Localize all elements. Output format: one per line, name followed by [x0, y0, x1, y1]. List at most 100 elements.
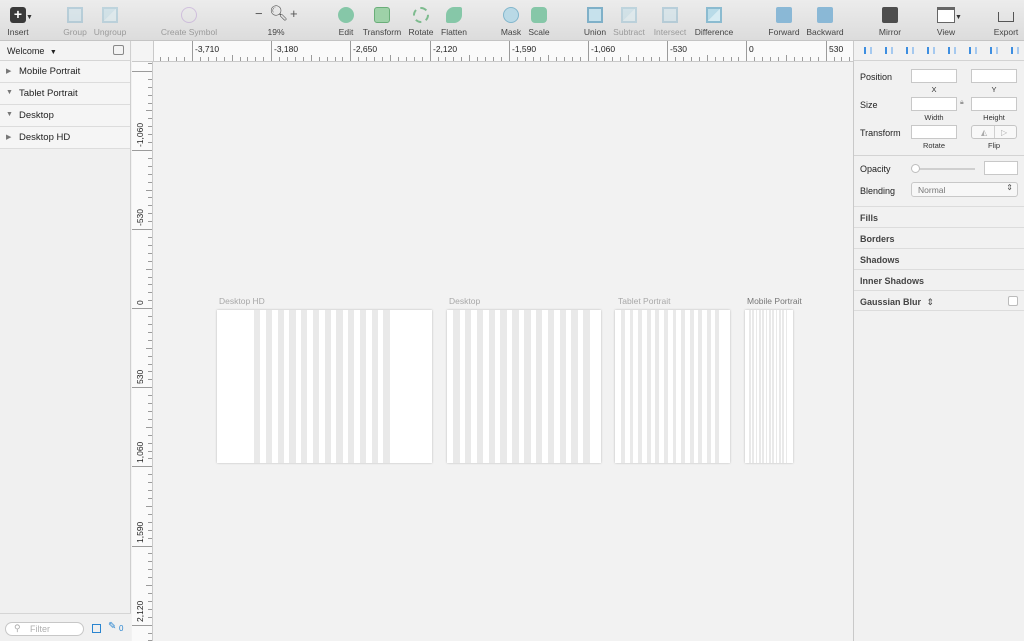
artboard-desktop[interactable]	[447, 310, 601, 463]
opacity-slider[interactable]	[915, 168, 975, 170]
ruler-tick	[588, 41, 589, 61]
flatten-button[interactable]: Flatten	[438, 0, 470, 41]
difference-button[interactable]: Difference	[692, 0, 736, 41]
rotate-button[interactable]: Rotate	[406, 0, 436, 41]
flip-vertical-icon[interactable]: ▷	[1001, 128, 1007, 137]
width-sublabel: Width	[924, 113, 944, 122]
ruler-tick	[580, 57, 581, 61]
ruler-label: -3,710	[195, 44, 220, 54]
disclosure-down-icon[interactable]: ▼	[6, 89, 13, 96]
intersect-button[interactable]: Intersect	[650, 0, 690, 41]
borders-section[interactable]: Borders	[854, 227, 1024, 248]
artboard-desktop-hd[interactable]	[217, 310, 432, 463]
transform-button[interactable]: Transform	[360, 0, 404, 41]
ruler-tick	[148, 371, 152, 372]
ruler-tick	[398, 57, 399, 61]
canvas[interactable]: Desktop HD Desktop Tablet Portrait Mobil…	[154, 62, 853, 641]
ruler-tick	[612, 57, 613, 61]
group-button[interactable]: Group	[60, 0, 90, 41]
union-button[interactable]: Union	[580, 0, 610, 41]
chevron-updown-icon[interactable]: ⇕	[927, 297, 935, 307]
y-field[interactable]	[971, 69, 1017, 83]
layer-item-mobile-portrait[interactable]: ▶ Mobile Portrait	[0, 61, 130, 83]
ruler-tick	[132, 466, 152, 467]
disclosure-right-icon[interactable]: ▶	[6, 133, 11, 141]
disclosure-right-icon[interactable]: ▶	[6, 67, 11, 75]
create-symbol-button[interactable]: Create Symbol	[158, 0, 220, 41]
pencil-icon[interactable]: ✎	[108, 621, 116, 632]
layer-item-tablet-portrait[interactable]: ▼ Tablet Portrait	[0, 83, 130, 105]
ruler-tick	[176, 57, 177, 61]
ungroup-button[interactable]: Ungroup	[92, 0, 128, 41]
distribute-vertical-icon[interactable]	[885, 47, 893, 54]
align-right-icon[interactable]	[948, 47, 956, 54]
ruler-label: -2,650	[353, 44, 378, 54]
artboard-title-mobile-portrait[interactable]: Mobile Portrait	[747, 296, 802, 306]
align-bottom-icon[interactable]	[1011, 47, 1019, 54]
filter-input[interactable]: ⚲ Filter	[5, 622, 84, 636]
artboard-title-desktop[interactable]: Desktop	[449, 296, 480, 306]
shadows-section[interactable]: Shadows	[854, 248, 1024, 269]
rotate-field[interactable]	[911, 125, 957, 139]
ruler-label: 2,120	[135, 600, 145, 622]
width-field[interactable]	[911, 97, 957, 111]
align-middle-icon[interactable]	[990, 47, 998, 54]
backward-button[interactable]: Backward	[804, 0, 846, 41]
page-selector[interactable]: Welcome ▼	[0, 41, 130, 61]
grid-column	[672, 310, 677, 463]
inner-shadows-section[interactable]: Inner Shadows	[854, 269, 1024, 290]
flip-horizontal-icon[interactable]: ◭	[981, 128, 987, 137]
horizontal-ruler[interactable]: -3,710 -3,180 -2,650 -2,120 -1,590 -1,060 -530…	[154, 41, 853, 62]
ruler-tick	[148, 118, 152, 119]
subtract-button[interactable]: Subtract	[611, 0, 647, 41]
grid-column	[779, 310, 781, 463]
export-button[interactable]: Export	[990, 0, 1022, 41]
ruler-tick	[208, 57, 209, 61]
layer-item-desktop-hd[interactable]: ▶ Desktop HD	[0, 127, 130, 149]
ruler-corner	[132, 41, 154, 62]
zoom-out-button[interactable]: −	[255, 6, 263, 21]
disclosure-down-icon[interactable]: ▼	[6, 111, 13, 118]
distribute-horizontal-icon[interactable]	[864, 47, 872, 54]
ruler-tick	[335, 57, 336, 61]
edit-button[interactable]: Edit	[333, 0, 359, 41]
flip-buttons[interactable]: ◭ ▷	[971, 125, 1017, 139]
forward-button[interactable]: Forward	[766, 0, 802, 41]
opacity-field[interactable]	[984, 161, 1018, 175]
layer-item-desktop[interactable]: ▼ Desktop	[0, 105, 130, 127]
collapse-pages-icon[interactable]	[113, 45, 124, 55]
grid-column	[755, 310, 758, 463]
opacity-slider-knob[interactable]	[911, 164, 920, 173]
layer-label: Mobile Portrait	[19, 66, 81, 77]
mirror-button[interactable]: Mirror	[874, 0, 906, 41]
gaussian-blur-checkbox[interactable]	[1008, 296, 1018, 306]
zoom-in-button[interactable]: +	[290, 6, 298, 21]
rotate-label: Rotate	[408, 27, 434, 37]
vertical-ruler[interactable]: -1,060 -530 0 530 1,060 1,590 2,120	[132, 62, 153, 641]
scale-button[interactable]: Scale	[526, 0, 552, 41]
artboard-mobile-portrait[interactable]	[745, 310, 793, 463]
artboard-title-desktop-hd[interactable]: Desktop HD	[219, 296, 265, 306]
x-field[interactable]	[911, 69, 957, 83]
insert-button[interactable]: + ▼ Insert	[0, 0, 36, 41]
ruler-tick	[148, 379, 152, 380]
ruler-tick	[132, 625, 152, 626]
grid-column	[324, 310, 331, 463]
ruler-tick	[675, 57, 676, 61]
rotate-icon	[413, 7, 429, 23]
gaussian-blur-section[interactable]: Gaussian Blur ⇕	[854, 290, 1024, 311]
align-left-icon[interactable]	[906, 47, 914, 54]
lock-icon[interactable]: 🔒︎	[960, 99, 964, 107]
height-field[interactable]	[971, 97, 1017, 111]
ruler-tick	[778, 57, 779, 61]
mask-button[interactable]: Mask	[497, 0, 525, 41]
artboard-tablet-portrait[interactable]	[615, 310, 730, 463]
duplicate-icon[interactable]	[92, 624, 101, 633]
artboard-title-tablet-portrait[interactable]: Tablet Portrait	[618, 296, 670, 306]
zoom-control: − 🔍︎ + 19%	[250, 0, 302, 41]
align-top-icon[interactable]	[969, 47, 977, 54]
view-button[interactable]: ▼ View	[930, 0, 962, 41]
blending-select[interactable]: Normal ⇕	[911, 182, 1018, 197]
align-center-icon[interactable]	[927, 47, 935, 54]
fills-section[interactable]: Fills	[854, 206, 1024, 227]
